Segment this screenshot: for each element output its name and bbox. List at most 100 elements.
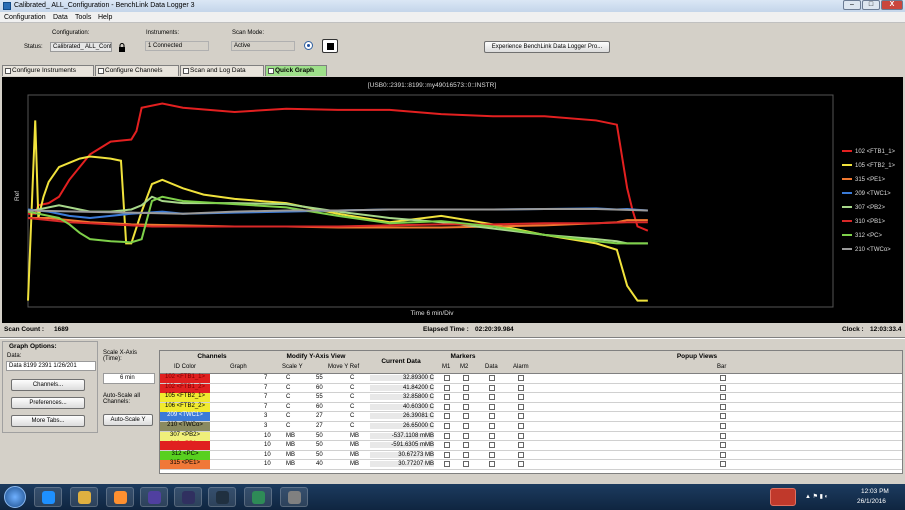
data-checkbox[interactable] <box>489 461 495 468</box>
channel-id-cell[interactable]: 105 <FTB2_1> <box>160 393 210 403</box>
menu-tools[interactable]: Tools <box>75 14 91 21</box>
marker-m1-checkbox[interactable] <box>444 432 450 439</box>
data-checkbox[interactable] <box>489 442 495 449</box>
alarm-checkbox[interactable] <box>518 413 524 420</box>
table-row[interactable]: 102 <FTB1_2> 7 C 60 C 41.84200 C <box>160 383 902 394</box>
marker-m1-checkbox[interactable] <box>444 394 450 401</box>
menu-configuration[interactable]: Configuration <box>4 14 46 21</box>
channel-id-cell[interactable]: 312 <PC> <box>160 450 210 460</box>
marker-m1-checkbox[interactable] <box>444 461 450 468</box>
maximize-button[interactable]: □ <box>862 0 880 10</box>
alarm-checkbox[interactable] <box>518 403 524 410</box>
close-button[interactable]: X <box>881 0 903 10</box>
record-indicator-icon[interactable] <box>304 41 313 50</box>
table-row[interactable]: 312 <PC> 10 MB 50 MB 30.67273 MB <box>160 450 902 461</box>
marker-m1-checkbox[interactable] <box>444 442 450 449</box>
table-row[interactable]: 105 <FTB2_1> 7 C 55 C 32.85800 C <box>160 393 902 403</box>
bar-checkbox[interactable] <box>720 461 726 468</box>
preferences-button[interactable]: Preferences... <box>11 397 85 409</box>
bar-checkbox[interactable] <box>720 432 726 439</box>
alarm-checkbox[interactable] <box>518 461 524 468</box>
bar-checkbox[interactable] <box>720 442 726 449</box>
data-checkbox[interactable] <box>489 432 495 439</box>
channel-id-cell[interactable]: 102 <FTB1_2> <box>160 383 210 393</box>
marker-m1-checkbox[interactable] <box>444 451 450 458</box>
tab-quick-graph[interactable]: Quick Graph <box>265 65 327 76</box>
autoscale-y-button[interactable]: Auto-Scale Y <box>103 414 153 426</box>
marker-m2-checkbox[interactable] <box>463 413 469 420</box>
settings-icon[interactable] <box>280 487 308 507</box>
data-checkbox[interactable] <box>489 451 495 458</box>
table-row[interactable]: 310 <PB1> 10 MB 50 MB -591.6305 mMB <box>160 441 902 451</box>
table-row[interactable]: 210 <TWCo> 3 C 27 C 26.65000 C <box>160 421 902 432</box>
data-checkbox[interactable] <box>489 403 495 410</box>
excel-icon[interactable] <box>244 487 272 507</box>
benchlink-icon[interactable] <box>140 487 168 507</box>
menu-help[interactable]: Help <box>98 14 112 21</box>
start-button[interactable] <box>4 486 26 508</box>
table-row[interactable]: 209 <TWC1> 3 C 27 C 26.39081 C <box>160 412 902 422</box>
marker-m2-checkbox[interactable] <box>463 461 469 468</box>
more-tabs-button[interactable]: More Tabs... <box>11 415 85 427</box>
table-row[interactable]: 106 <FTB2_2> 7 C 60 C 40.60300 C <box>160 402 902 413</box>
ie-icon[interactable] <box>34 487 62 507</box>
bar-checkbox[interactable] <box>720 384 726 391</box>
scale-x-spinner[interactable]: 6 min <box>103 373 155 384</box>
data-checkbox[interactable] <box>489 422 495 429</box>
marker-m2-checkbox[interactable] <box>463 422 469 429</box>
marker-m2-checkbox[interactable] <box>463 403 469 410</box>
alarm-checkbox[interactable] <box>518 432 524 439</box>
marker-m2-checkbox[interactable] <box>463 432 469 439</box>
tab-scan-and-log-data[interactable]: Scan and Log Data <box>180 65 264 76</box>
data-checkbox[interactable] <box>489 384 495 391</box>
bar-checkbox[interactable] <box>720 375 726 381</box>
tab-configure-channels[interactable]: Configure Channels <box>95 65 179 76</box>
marker-m1-checkbox[interactable] <box>444 422 450 429</box>
alarm-checkbox[interactable] <box>518 384 524 391</box>
scope-icon[interactable] <box>208 487 236 507</box>
bar-checkbox[interactable] <box>720 403 726 410</box>
channel-id-cell[interactable]: 307 <PB2> <box>160 431 210 441</box>
explorer-icon[interactable] <box>70 487 98 507</box>
channel-id-cell[interactable]: 210 <TWCo> <box>160 421 210 431</box>
alarm-checkbox[interactable] <box>518 394 524 401</box>
data-select[interactable]: Data 8199 2391 1/26/201 <box>6 361 96 371</box>
app-icon[interactable] <box>174 487 202 507</box>
marker-m2-checkbox[interactable] <box>463 442 469 449</box>
media-player-icon[interactable] <box>106 487 134 507</box>
bar-checkbox[interactable] <box>720 451 726 458</box>
alarm-checkbox[interactable] <box>518 375 524 381</box>
alarm-checkbox[interactable] <box>518 451 524 458</box>
marker-m2-checkbox[interactable] <box>463 394 469 401</box>
marker-m1-checkbox[interactable] <box>444 413 450 420</box>
data-checkbox[interactable] <box>489 413 495 420</box>
channel-id-cell[interactable]: 106 <FTB2_2> <box>160 402 210 412</box>
channels-button[interactable]: Channels... <box>11 379 85 391</box>
alarm-checkbox[interactable] <box>518 422 524 429</box>
experience-pro-button[interactable]: Experience BenchLink Data Logger Pro... <box>484 41 610 53</box>
channel-id-cell[interactable]: 102 <FTB1_1> <box>160 374 210 383</box>
data-checkbox[interactable] <box>489 394 495 401</box>
marker-m2-checkbox[interactable] <box>463 384 469 391</box>
menu-data[interactable]: Data <box>53 14 68 21</box>
marker-m2-checkbox[interactable] <box>463 375 469 381</box>
marker-m1-checkbox[interactable] <box>444 384 450 391</box>
bar-checkbox[interactable] <box>720 422 726 429</box>
table-row[interactable]: 315 <PE1> 10 MB 40 MB 30.77207 MB <box>160 460 902 470</box>
tray-icons[interactable]: ▲ ⚑ ▮ ◐ <box>805 493 828 500</box>
minimize-button[interactable]: – <box>843 0 861 10</box>
stop-button[interactable] <box>322 39 338 53</box>
configuration-field[interactable]: Calibrated_ ALL_Confi <box>50 42 112 52</box>
quick-graph-chart[interactable]: [USB0::2391::8199::my49016573::0::INSTR]… <box>2 77 903 323</box>
marker-m1-checkbox[interactable] <box>444 375 450 381</box>
channel-id-cell[interactable]: 310 <PB1> <box>160 441 210 451</box>
tab-configure-instruments[interactable]: Configure Instruments <box>2 65 94 76</box>
alarm-checkbox[interactable] <box>518 442 524 449</box>
data-checkbox[interactable] <box>489 375 495 381</box>
table-row[interactable]: 307 <PB2> 10 MB 50 MB -537.1108 mMB <box>160 431 902 442</box>
channel-id-cell[interactable]: 315 <PE1> <box>160 460 210 470</box>
bar-checkbox[interactable] <box>720 394 726 401</box>
bar-checkbox[interactable] <box>720 413 726 420</box>
table-row[interactable]: 102 <FTB1_1> 7 C 55 C 32.89300 C <box>160 374 902 384</box>
marker-m1-checkbox[interactable] <box>444 403 450 410</box>
